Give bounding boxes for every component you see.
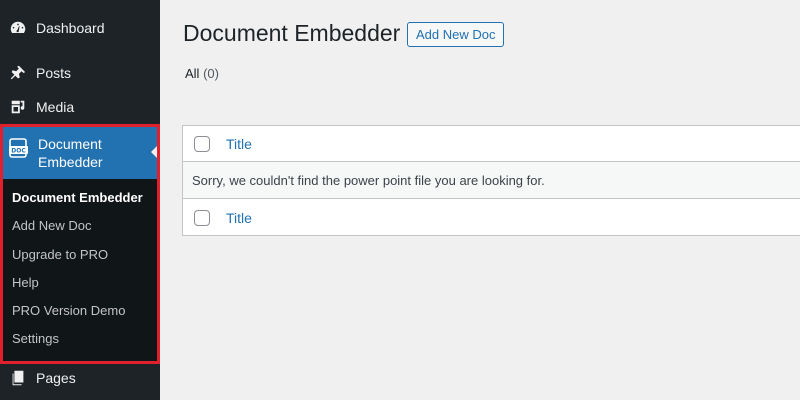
- page-title: Document Embedder: [183, 20, 401, 46]
- empty-message-row: Sorry, we couldn't find the power point …: [183, 162, 800, 199]
- current-arrow-icon: [151, 146, 157, 158]
- submenu-item-upgrade-to-pro[interactable]: Upgrade to PRO: [3, 241, 157, 269]
- dashboard-icon: [8, 18, 28, 38]
- admin-sidebar: Dashboard Posts Media DOC Document Embed…: [0, 0, 160, 400]
- sidebar-item-label: Posts: [36, 65, 72, 81]
- view-filters: All (0): [185, 66, 219, 81]
- empty-message: Sorry, we couldn't find the power point …: [192, 172, 545, 188]
- sidebar-item-pages[interactable]: Pages: [0, 361, 160, 395]
- document-embedder-menu: DOC Document Embedder Document Embedder …: [0, 124, 160, 364]
- submenu-item-pro-version-demo[interactable]: PRO Version Demo: [3, 297, 157, 325]
- sidebar-item-label: Document Embedder: [38, 135, 103, 171]
- submenu-item-help[interactable]: Help: [3, 269, 157, 297]
- title-column-footer[interactable]: Title: [226, 210, 252, 226]
- view-all-link[interactable]: All: [185, 66, 199, 81]
- doc-icon: DOC: [8, 137, 30, 159]
- docs-table: Title Sorry, we couldn't find the power …: [182, 125, 800, 236]
- sidebar-item-media[interactable]: Media: [0, 90, 160, 124]
- sidebar-item-posts[interactable]: Posts: [0, 56, 160, 90]
- submenu-item-settings[interactable]: Settings: [3, 325, 157, 353]
- pushpin-icon: [8, 63, 28, 83]
- label-line-2: Embedder: [38, 154, 103, 170]
- media-icon: [8, 97, 28, 117]
- pages-icon: [8, 368, 28, 388]
- svg-text:DOC: DOC: [11, 148, 26, 155]
- submenu-item-add-new-doc[interactable]: Add New Doc: [3, 212, 157, 240]
- sidebar-item-label: Dashboard: [36, 20, 105, 36]
- submenu: Document Embedder Add New Doc Upgrade to…: [3, 184, 157, 354]
- table-header-row: Title: [183, 126, 800, 162]
- sidebar-item-label: Media: [36, 99, 75, 115]
- view-all-count: (0): [203, 66, 219, 81]
- sidebar-item-document-embedder[interactable]: DOC Document Embedder: [3, 127, 157, 179]
- submenu-item-document-embedder[interactable]: Document Embedder: [3, 184, 157, 212]
- sidebar-item-label: Pages: [36, 370, 76, 386]
- select-all-checkbox-footer[interactable]: [194, 209, 210, 226]
- title-column-header[interactable]: Title: [226, 136, 252, 152]
- sidebar-item-dashboard[interactable]: Dashboard: [0, 11, 160, 45]
- label-line-1: Document: [38, 136, 102, 152]
- select-all-checkbox[interactable]: [194, 135, 210, 152]
- table-footer-row: Title: [183, 199, 800, 236]
- add-new-doc-button[interactable]: Add New Doc: [407, 22, 505, 47]
